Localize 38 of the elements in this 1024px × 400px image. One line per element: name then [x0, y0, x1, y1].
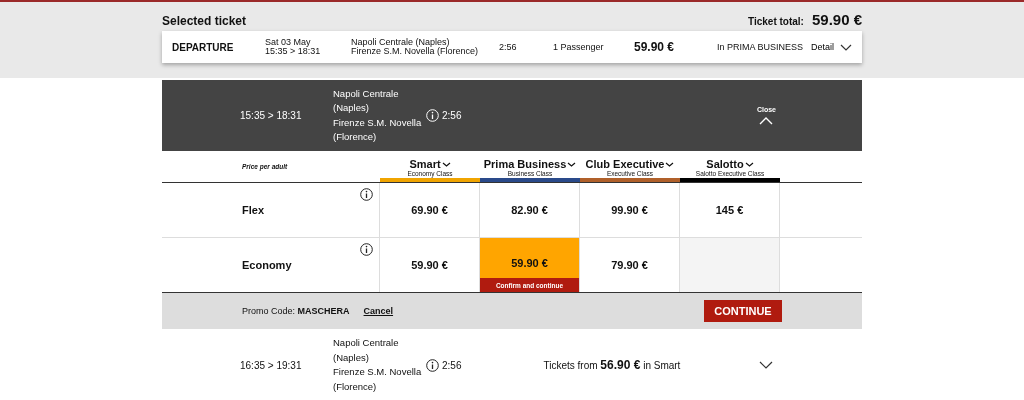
arrival-station: Firenze S.M. Novella (Florence) — [333, 365, 423, 394]
chevron-down-icon[interactable] — [744, 161, 754, 167]
departure-station: Napoli Centrale (Naples) — [333, 336, 400, 365]
fare-name: Flex — [242, 204, 264, 216]
chevron-down-icon[interactable] — [441, 161, 451, 167]
date: Sat 03 May — [265, 38, 311, 47]
starting-price: Tickets from 56.90 € in Smart — [543, 358, 681, 372]
fare-name: Economy — [242, 259, 292, 271]
duration: 2:56 — [442, 359, 462, 371]
price-option[interactable]: 59.90 € — [480, 238, 579, 278]
chevron-up-icon[interactable] — [759, 117, 774, 125]
promo-code: Promo Code: MASCHERA — [242, 306, 350, 316]
arrival-station: Firenze S.M. Novella (Florence) — [333, 115, 423, 144]
time-range: 15:35 > 18:31 — [239, 110, 303, 121]
chevron-down-icon[interactable] — [665, 161, 675, 167]
time-range: 15:35 > 18:31 — [265, 47, 322, 56]
info-icon[interactable] — [426, 358, 439, 372]
departure-station: Napoli Centrale (Naples) — [351, 38, 450, 47]
chevron-down-icon[interactable] — [840, 43, 852, 51]
direction-label: DEPARTURE — [172, 41, 235, 53]
class-label: In PRIMA BUSINESS — [717, 42, 804, 52]
section-title: Selected ticket — [162, 14, 247, 28]
duration: 2:56 — [499, 42, 518, 52]
detail-toggle[interactable]: Detail — [811, 42, 852, 52]
ticket-price: 59.90 € — [634, 40, 676, 54]
time-range: 16:35 > 19:31 — [239, 359, 303, 371]
info-icon[interactable] — [360, 188, 373, 201]
departure-station: Napoli Centrale (Naples) — [333, 86, 400, 115]
passenger-count: 1 Passenger — [553, 42, 605, 52]
info-icon[interactable] — [360, 243, 373, 256]
total-price: 59.90 € — [811, 11, 862, 28]
duration: 2:56 — [442, 110, 462, 121]
arrival-station: Firenze S.M. Novella (Florence) — [351, 47, 480, 56]
total-label: Ticket total: — [748, 16, 804, 27]
chevron-down-icon[interactable] — [567, 161, 577, 167]
expand-toggle[interactable] — [759, 361, 773, 369]
cancel-link[interactable]: Cancel — [363, 306, 394, 316]
continue-button[interactable]: CONTINUE — [704, 300, 782, 322]
